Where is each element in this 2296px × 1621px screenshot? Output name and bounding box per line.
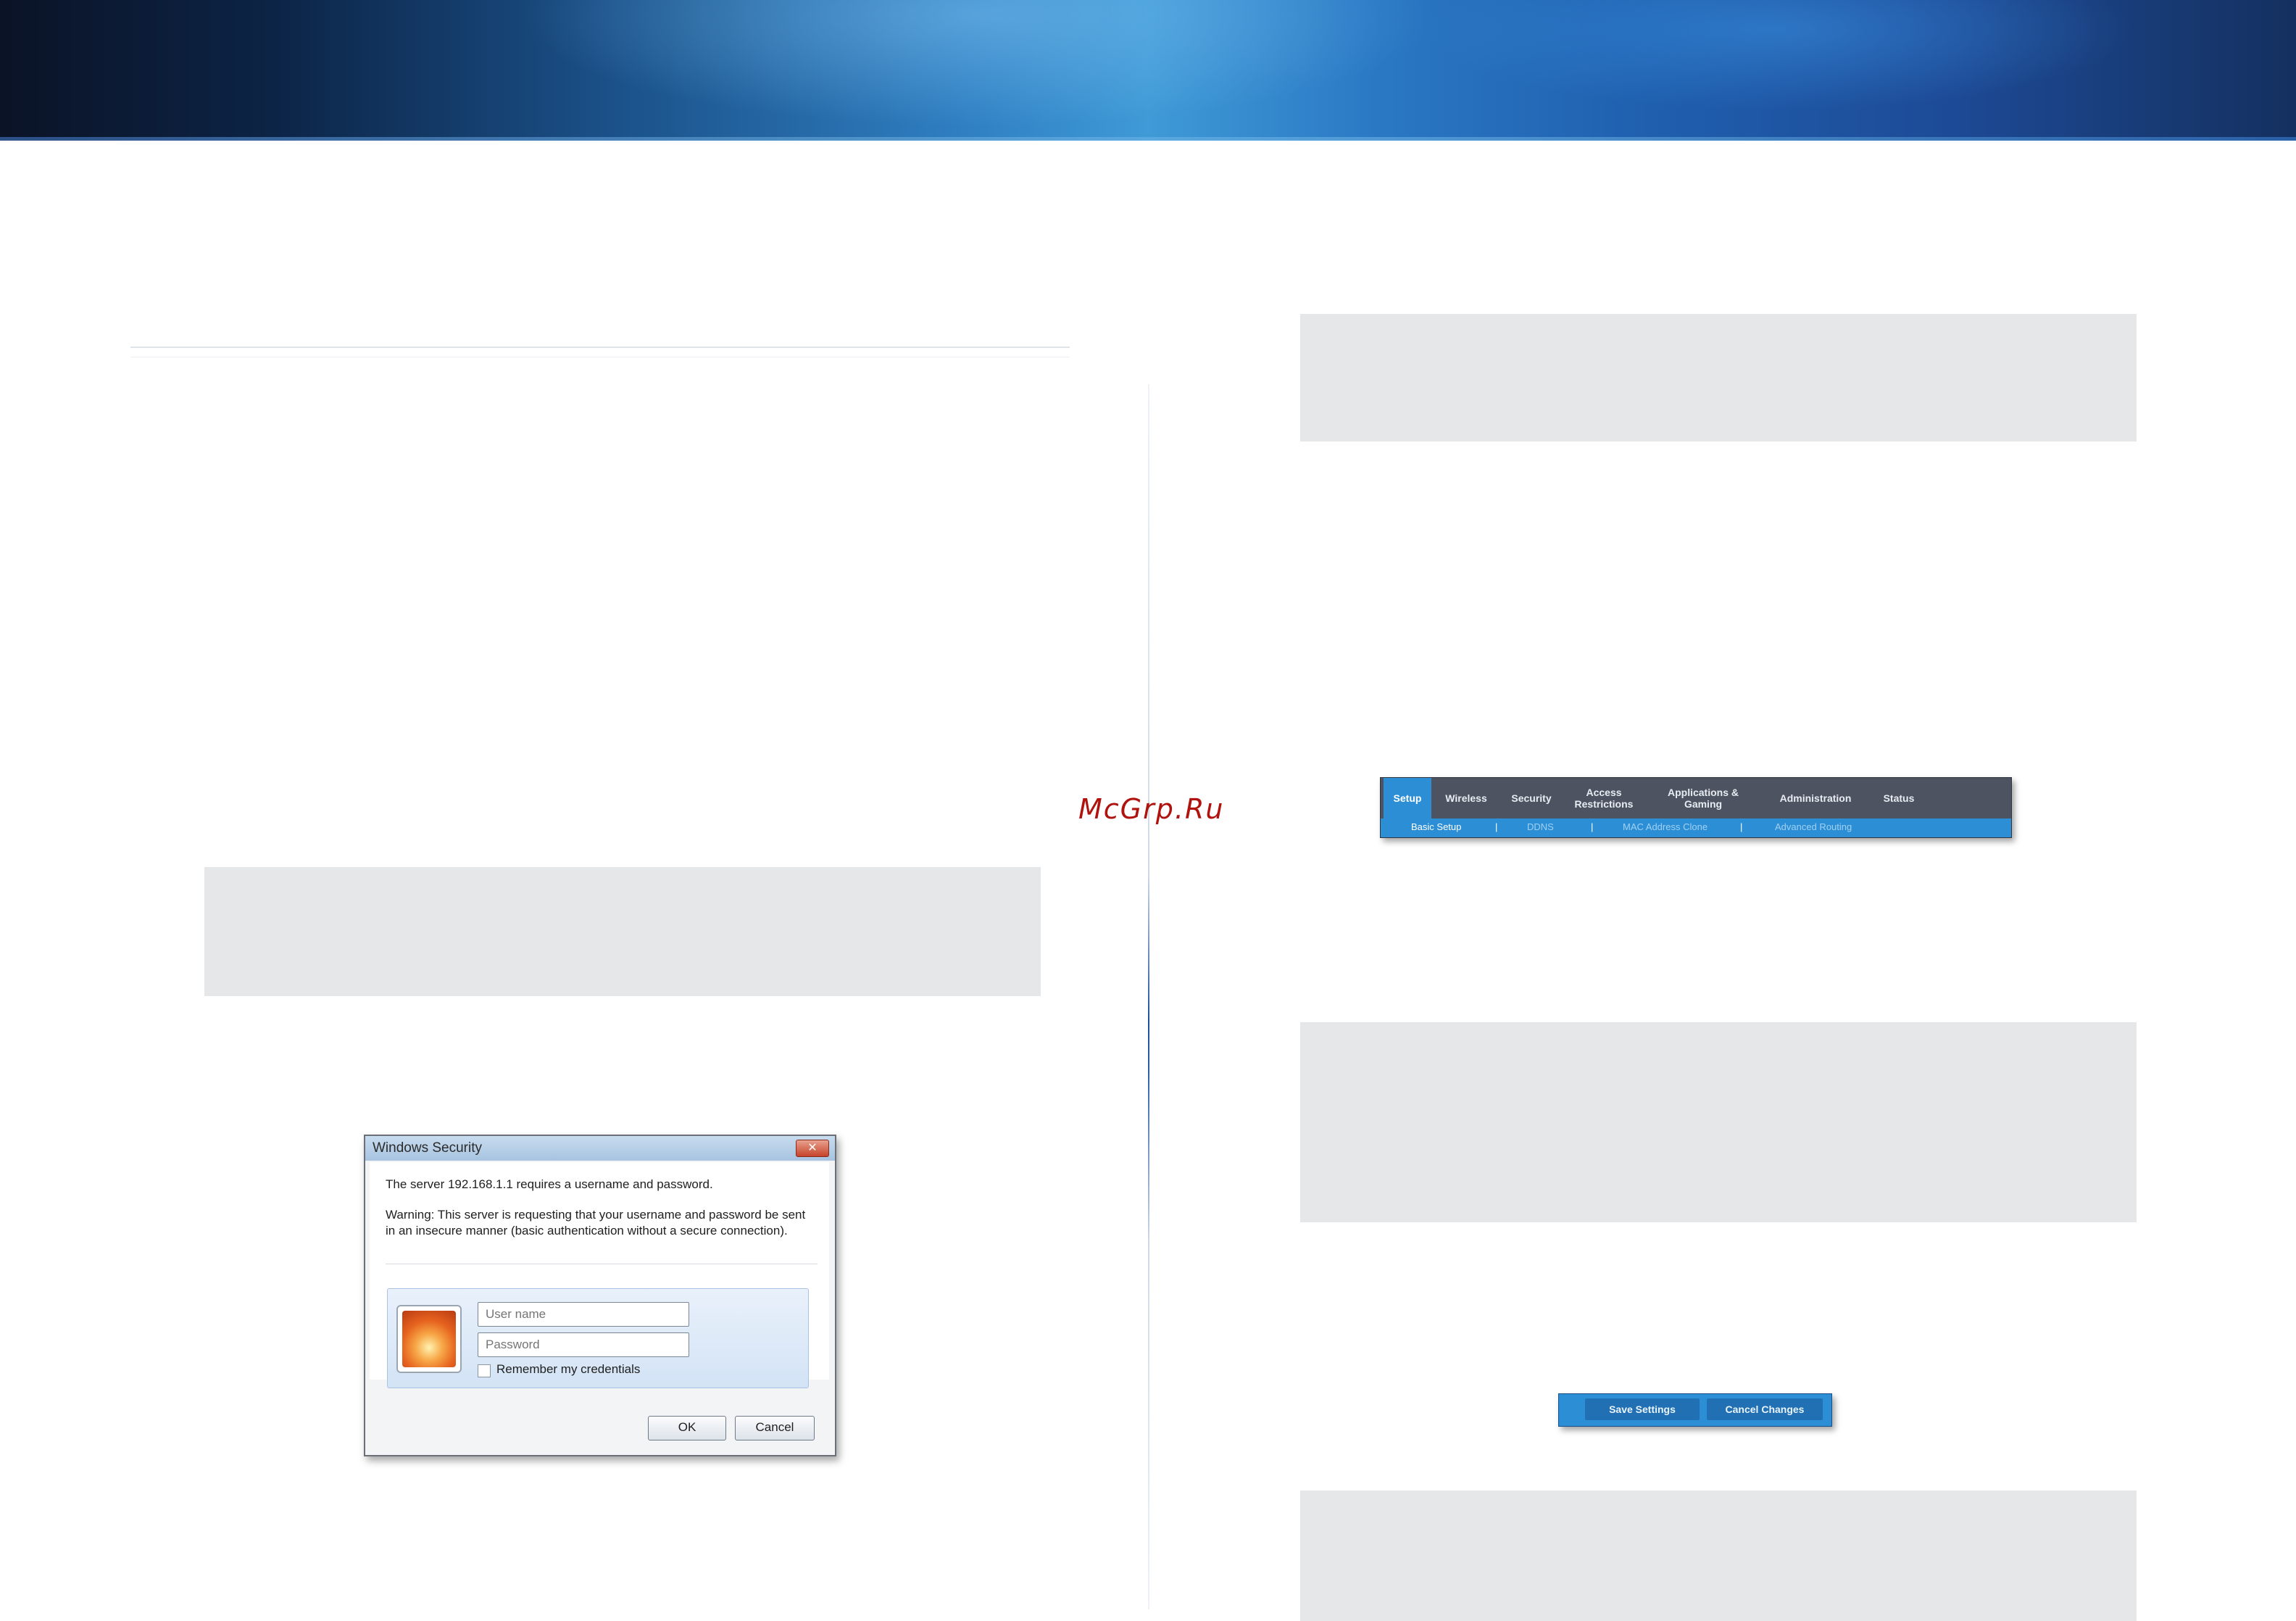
tab-setup[interactable]: Setup [1384,778,1431,818]
watermark: McGrp.Ru [1078,793,1225,825]
subtab-ddns[interactable]: DDNS [1527,821,1554,832]
cancel-changes-button[interactable]: Cancel Changes [1707,1398,1823,1420]
dialog-message: The server 192.168.1.1 requires a userna… [386,1177,713,1191]
note-box [1300,314,2137,441]
cancel-button[interactable]: Cancel [735,1416,815,1440]
nav-subtabs: Basic Setup | DDNS | MAC Address Clone |… [1381,818,2011,837]
tab-applications-gaming[interactable]: Applications & Gaming [1656,778,1750,818]
tab-security[interactable]: Security [1502,778,1560,818]
note-box [1300,1491,2137,1621]
username-field-wrap [478,1302,689,1327]
tab-administration[interactable]: Administration [1765,778,1866,818]
note-box [204,867,1041,996]
close-icon[interactable]: ✕ [796,1140,829,1157]
subtab-separator: | [1740,821,1743,832]
header-banner [0,0,2296,141]
note-box [1300,1022,2137,1222]
username-input[interactable] [484,1303,683,1325]
remember-label: Remember my credentials [496,1362,641,1376]
remember-checkbox[interactable] [478,1364,491,1377]
subtab-separator: | [1495,821,1498,832]
column-divider [1148,384,1149,1609]
tab-access-restrictions[interactable]: Access Restrictions [1566,778,1642,818]
subtab-separator: | [1591,821,1594,832]
ok-button[interactable]: OK [648,1416,726,1440]
tab-wireless[interactable]: Wireless [1436,778,1497,818]
user-avatar-icon [396,1305,462,1373]
subtab-mac-address-clone[interactable]: MAC Address Clone [1623,821,1708,832]
login-dialog: Windows Security ✕ The server 192.168.1.… [364,1135,836,1456]
credential-panel: Remember my credentials [387,1288,809,1388]
nav-tabs: Setup Wireless Security Access Restricti… [1381,778,2011,818]
password-input[interactable] [484,1334,683,1356]
password-field-wrap [478,1332,689,1357]
settings-action-bar: Save Settings Cancel Changes [1558,1393,1832,1427]
subtab-advanced-routing[interactable]: Advanced Routing [1775,821,1852,832]
dialog-warning: Warning: This server is requesting that … [386,1208,806,1237]
save-settings-button[interactable]: Save Settings [1585,1398,1700,1420]
router-navbar: Setup Wireless Security Access Restricti… [1380,777,2012,838]
tab-status[interactable]: Status [1873,778,1924,818]
dialog-title: Windows Security [373,1140,482,1156]
section-rule [130,347,1070,348]
subtab-basic-setup[interactable]: Basic Setup [1411,821,1461,832]
dialog-titlebar: Windows Security ✕ [365,1136,835,1161]
